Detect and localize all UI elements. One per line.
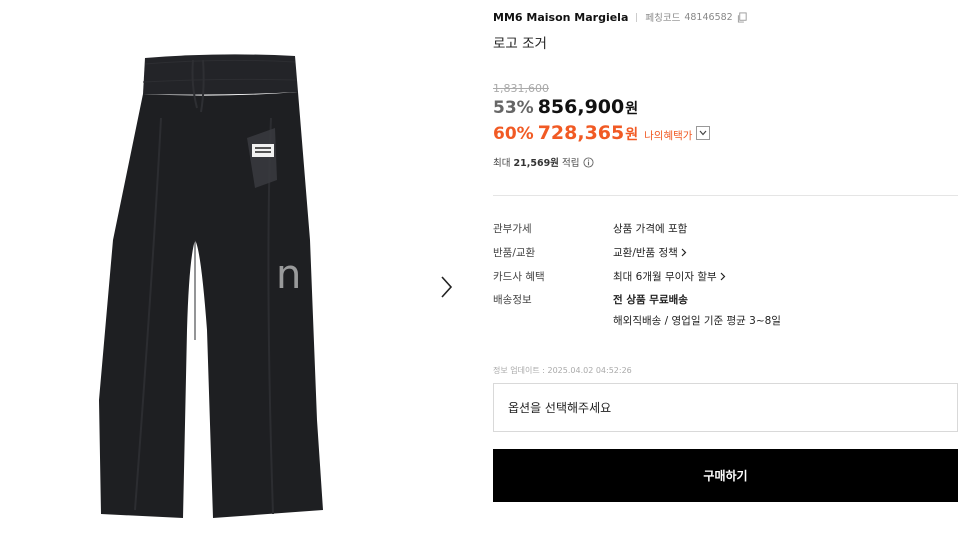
detail-label: 관부가세	[493, 223, 532, 235]
benefit-price: 728,365	[537, 122, 625, 144]
points-amount: 21,569원	[513, 158, 559, 169]
return-policy-link[interactable]: 교환/반품 정책	[613, 245, 687, 260]
points-suffix: 적립	[561, 158, 580, 169]
code-label: 페칭코드	[645, 13, 681, 24]
detail-label: 배송정보	[493, 294, 532, 306]
fetching-code: 48146582	[684, 11, 733, 23]
detail-label: 카드사 혜택	[493, 271, 545, 283]
currency-unit: 원	[625, 127, 639, 143]
watermark: n	[276, 252, 302, 298]
chevron-right-icon	[720, 272, 725, 281]
benefit-percent: 60%	[493, 124, 534, 144]
sale-price: 856,900	[537, 96, 625, 118]
product-gallery: n	[0, 0, 470, 536]
divider	[636, 12, 638, 22]
info-icon[interactable]	[583, 156, 594, 168]
points-prefix: 최대	[493, 158, 511, 169]
benefit-price-row: 60% 728,365 원 나의혜택가	[493, 122, 711, 144]
detail-label: 반품/교환	[493, 247, 536, 259]
brand-row: MM6 Maison Margiela 페칭코드 48146582	[493, 10, 748, 24]
chevron-right-icon	[681, 248, 687, 257]
product-title: 로고 조거	[493, 36, 547, 52]
points-row: 최대 21,569원 적립	[493, 155, 594, 169]
price-row: 53% 856,900 원	[493, 96, 638, 118]
discount-percent: 53%	[493, 98, 534, 118]
buy-button[interactable]: 구매하기	[493, 449, 958, 502]
copy-icon[interactable]	[737, 11, 748, 23]
updated-timestamp: 정보 업데이트 : 2025.04.02 04:52:26	[493, 366, 632, 375]
original-price: 1,831,600	[493, 82, 549, 95]
shipping-sub: 해외직배송 / 영업일 기준 평균 3~8일	[613, 315, 781, 327]
my-benefit-label[interactable]: 나의혜택가	[644, 128, 692, 143]
option-select[interactable]: 옵션을 선택해주세요	[493, 383, 958, 432]
next-image-chevron-icon[interactable]	[434, 270, 458, 304]
brand-link[interactable]: MM6 Maison Margiela	[493, 11, 628, 24]
card-benefit-link[interactable]: 최대 6개월 무이자 할부	[613, 269, 726, 284]
product-image	[99, 54, 323, 518]
shipping-value: 전 상품 무료배송	[613, 294, 688, 306]
detail-value: 상품 가격에 포함	[613, 223, 688, 235]
section-divider	[493, 195, 958, 196]
benefit-expand-button[interactable]	[696, 126, 711, 140]
currency-unit: 원	[625, 101, 639, 117]
chevron-down-icon	[699, 130, 707, 136]
